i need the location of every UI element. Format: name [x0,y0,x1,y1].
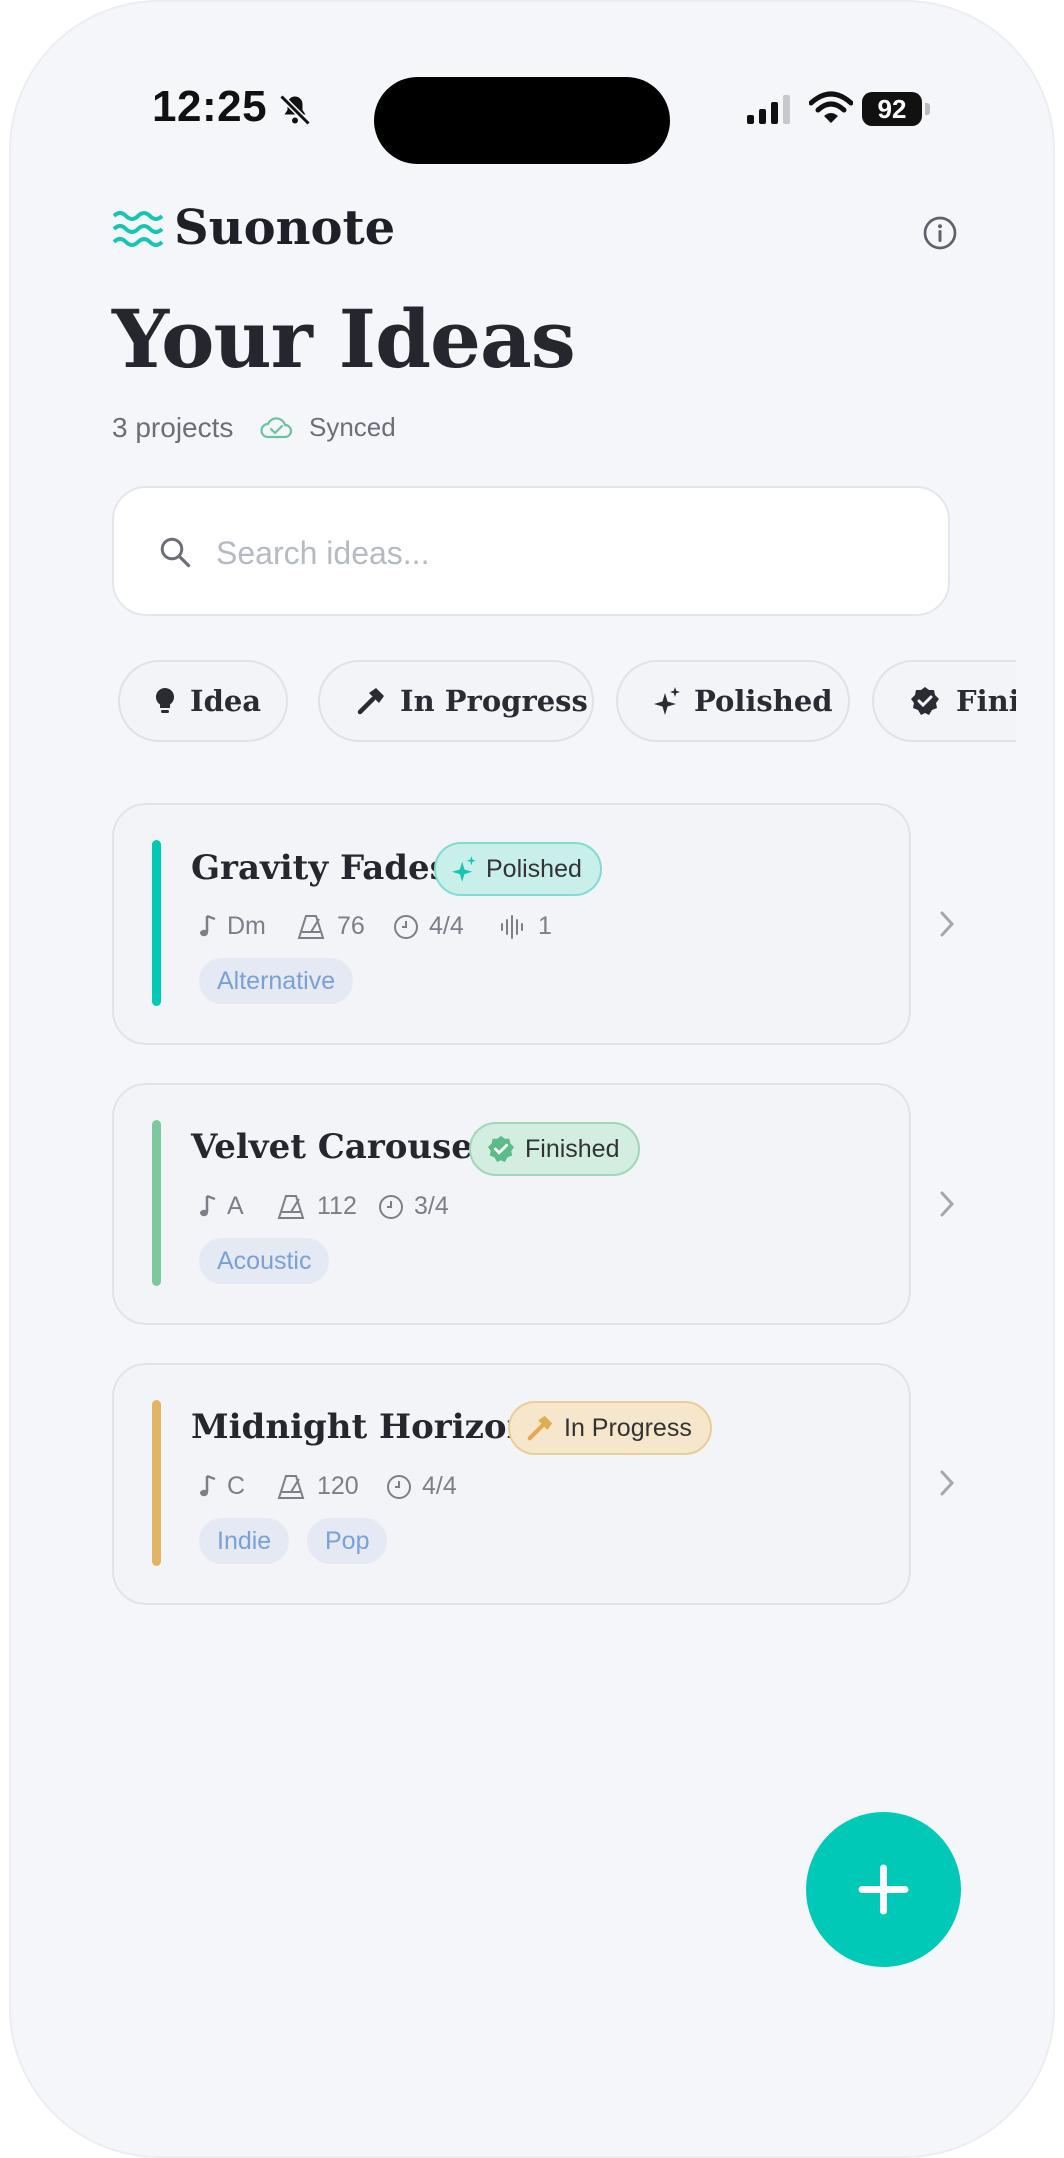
search-input[interactable]: Search ideas... [216,535,429,572]
chevron-right-icon[interactable] [937,909,957,939]
lightbulb-icon [155,687,175,713]
project-count: 3 projects [112,412,234,443]
page-title: Your Ideas [112,292,576,386]
metronome-icon [277,1474,305,1499]
bpm-value: 112 [317,1192,357,1220]
project-title: Velvet Carousel [191,1127,486,1167]
status-color-bar [152,840,161,1006]
status-badge-label: In Progress [564,1413,692,1442]
search-icon [160,537,191,568]
key-stat: C [199,1472,245,1501]
clock-icon [387,1474,411,1499]
cloud-check-icon [260,417,293,439]
dynamic-island [374,77,670,164]
hammer-icon [527,1415,553,1441]
key-value: C [227,1472,246,1500]
genre-tag: Pop [307,1518,388,1564]
key-value: Dm [227,912,266,940]
cellular-signal-icon [747,95,790,124]
takes-value: 1 [538,912,552,940]
sync-status: Synced [309,412,396,442]
status-color-bar [152,1400,161,1566]
time-signature-value: 4/4 [429,912,464,940]
music-note-icon [200,914,216,936]
waveform-icon [501,914,523,939]
key-value: A [227,1192,244,1220]
filter-chip-label: In Progress [400,684,588,718]
bpm-value: 76 [337,912,365,940]
filter-chip-label: Finished [956,684,1016,718]
battery-cap [925,103,930,115]
status-badge-label: Finished [525,1134,620,1163]
metronome-icon [297,914,325,939]
takes-stat: 1 [500,912,552,941]
key-stat: A [199,1192,244,1221]
metronome-icon [277,1194,305,1219]
brand-name: Suonote [174,200,396,256]
status-badge: In Progress [508,1401,712,1455]
status-badge-label: Polished [486,854,582,883]
bpm-stat: 76 [297,912,365,941]
verified-badge-icon [911,687,939,715]
sparkles-icon [654,687,680,715]
sparkles-icon [452,856,476,882]
chevron-right-icon[interactable] [937,1468,957,1498]
bell-off-icon [279,94,311,126]
filter-chip-in-progress[interactable]: In Progress [318,660,594,742]
waves-logo-icon [112,211,164,247]
clock-icon [379,1194,403,1219]
hammer-icon [357,688,384,715]
filter-chip-finished[interactable]: Finished [872,660,1016,742]
filter-chip-label: Polished [694,684,833,718]
info-icon[interactable] [922,215,958,251]
plus-icon [858,1864,909,1915]
verified-badge-icon [487,1135,515,1163]
genre-tag: Alternative [199,958,354,1004]
status-badge: Finished [469,1122,640,1176]
filter-chip-label: Idea [190,684,262,718]
chevron-right-icon[interactable] [937,1189,957,1219]
genre-tag: Acoustic [199,1238,330,1284]
clock-icon [394,914,418,939]
filter-chip-idea[interactable]: Idea [118,660,288,742]
status-badge: Polished [434,842,602,896]
status-time: 12:25 [152,82,268,131]
genre-tag: Indie [199,1518,290,1564]
filter-chip-row: Idea In Progress Polished Finished [112,650,1016,754]
wifi-icon [809,91,853,123]
battery-level: 92 [862,92,922,126]
status-color-bar [152,1120,161,1286]
music-note-icon [200,1194,216,1216]
key-stat: Dm [199,912,266,941]
bpm-stat: 112 [277,1192,357,1221]
time-signature-stat: 4/4 [386,1472,457,1501]
project-title: Midnight Horizon [191,1407,532,1447]
phone-screen: 12:25 92 Suonote Your Ideas 3 projects S… [9,0,1055,2158]
add-project-button[interactable] [806,1812,961,1967]
time-signature-stat: 4/4 [393,912,464,941]
time-signature-value: 3/4 [414,1192,449,1220]
time-signature-value: 4/4 [422,1472,457,1500]
bpm-stat: 120 [277,1472,359,1501]
music-note-icon [200,1474,216,1496]
project-title: Gravity Fades [191,848,449,888]
filter-chip-polished[interactable]: Polished [616,660,850,742]
bpm-value: 120 [317,1472,359,1500]
time-signature-stat: 3/4 [378,1192,449,1221]
